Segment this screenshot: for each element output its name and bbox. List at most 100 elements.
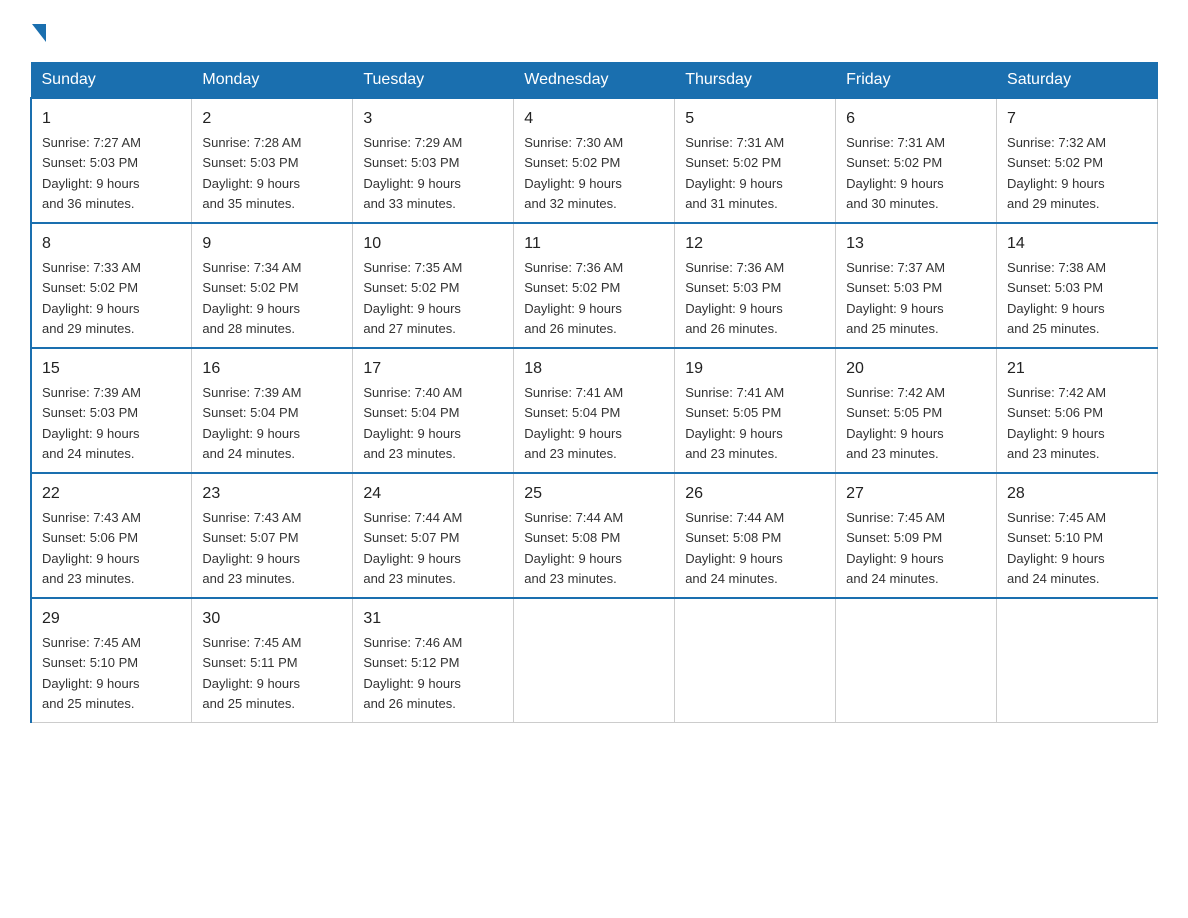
day-number: 20 [846,357,986,381]
day-number: 3 [363,107,503,131]
calendar-cell [675,598,836,723]
week-row-4: 22 Sunrise: 7:43 AMSunset: 5:06 PMDaylig… [31,473,1158,598]
calendar-cell: 16 Sunrise: 7:39 AMSunset: 5:04 PMDaylig… [192,348,353,473]
day-number: 16 [202,357,342,381]
calendar-cell [997,598,1158,723]
day-number: 5 [685,107,825,131]
calendar-cell: 9 Sunrise: 7:34 AMSunset: 5:02 PMDayligh… [192,223,353,348]
day-info: Sunrise: 7:30 AMSunset: 5:02 PMDaylight:… [524,135,623,211]
day-number: 9 [202,232,342,256]
header-friday: Friday [836,63,997,99]
day-info: Sunrise: 7:36 AMSunset: 5:03 PMDaylight:… [685,260,784,336]
day-info: Sunrise: 7:45 AMSunset: 5:09 PMDaylight:… [846,510,945,586]
day-number: 23 [202,482,342,506]
calendar-cell: 2 Sunrise: 7:28 AMSunset: 5:03 PMDayligh… [192,98,353,223]
week-row-3: 15 Sunrise: 7:39 AMSunset: 5:03 PMDaylig… [31,348,1158,473]
day-number: 28 [1007,482,1147,506]
calendar-cell: 22 Sunrise: 7:43 AMSunset: 5:06 PMDaylig… [31,473,192,598]
day-number: 24 [363,482,503,506]
calendar-cell: 4 Sunrise: 7:30 AMSunset: 5:02 PMDayligh… [514,98,675,223]
day-number: 27 [846,482,986,506]
calendar-cell: 26 Sunrise: 7:44 AMSunset: 5:08 PMDaylig… [675,473,836,598]
calendar-cell: 18 Sunrise: 7:41 AMSunset: 5:04 PMDaylig… [514,348,675,473]
day-info: Sunrise: 7:43 AMSunset: 5:07 PMDaylight:… [202,510,301,586]
calendar-cell: 21 Sunrise: 7:42 AMSunset: 5:06 PMDaylig… [997,348,1158,473]
header-tuesday: Tuesday [353,63,514,99]
day-info: Sunrise: 7:44 AMSunset: 5:08 PMDaylight:… [685,510,784,586]
calendar-cell: 6 Sunrise: 7:31 AMSunset: 5:02 PMDayligh… [836,98,997,223]
day-number: 21 [1007,357,1147,381]
header-row: SundayMondayTuesdayWednesdayThursdayFrid… [31,63,1158,99]
logo [30,20,46,42]
day-info: Sunrise: 7:42 AMSunset: 5:06 PMDaylight:… [1007,385,1106,461]
day-info: Sunrise: 7:44 AMSunset: 5:07 PMDaylight:… [363,510,462,586]
page-header [30,20,1158,42]
calendar-cell: 8 Sunrise: 7:33 AMSunset: 5:02 PMDayligh… [31,223,192,348]
day-info: Sunrise: 7:27 AMSunset: 5:03 PMDaylight:… [42,135,141,211]
calendar-cell: 3 Sunrise: 7:29 AMSunset: 5:03 PMDayligh… [353,98,514,223]
header-saturday: Saturday [997,63,1158,99]
calendar-cell: 24 Sunrise: 7:44 AMSunset: 5:07 PMDaylig… [353,473,514,598]
day-info: Sunrise: 7:40 AMSunset: 5:04 PMDaylight:… [363,385,462,461]
day-number: 2 [202,107,342,131]
day-info: Sunrise: 7:45 AMSunset: 5:10 PMDaylight:… [1007,510,1106,586]
day-info: Sunrise: 7:43 AMSunset: 5:06 PMDaylight:… [42,510,141,586]
day-info: Sunrise: 7:37 AMSunset: 5:03 PMDaylight:… [846,260,945,336]
calendar-cell: 15 Sunrise: 7:39 AMSunset: 5:03 PMDaylig… [31,348,192,473]
day-number: 30 [202,607,342,631]
calendar-cell: 27 Sunrise: 7:45 AMSunset: 5:09 PMDaylig… [836,473,997,598]
day-info: Sunrise: 7:34 AMSunset: 5:02 PMDaylight:… [202,260,301,336]
day-number: 4 [524,107,664,131]
logo-arrow-icon [32,24,46,42]
day-info: Sunrise: 7:35 AMSunset: 5:02 PMDaylight:… [363,260,462,336]
week-row-2: 8 Sunrise: 7:33 AMSunset: 5:02 PMDayligh… [31,223,1158,348]
day-number: 10 [363,232,503,256]
day-info: Sunrise: 7:32 AMSunset: 5:02 PMDaylight:… [1007,135,1106,211]
calendar-table: SundayMondayTuesdayWednesdayThursdayFrid… [30,62,1158,723]
day-number: 19 [685,357,825,381]
calendar-cell: 30 Sunrise: 7:45 AMSunset: 5:11 PMDaylig… [192,598,353,723]
day-number: 22 [42,482,181,506]
calendar-cell: 5 Sunrise: 7:31 AMSunset: 5:02 PMDayligh… [675,98,836,223]
calendar-cell: 10 Sunrise: 7:35 AMSunset: 5:02 PMDaylig… [353,223,514,348]
header-thursday: Thursday [675,63,836,99]
logo-top [30,20,46,42]
day-number: 8 [42,232,181,256]
day-info: Sunrise: 7:31 AMSunset: 5:02 PMDaylight:… [685,135,784,211]
day-number: 29 [42,607,181,631]
day-number: 6 [846,107,986,131]
day-info: Sunrise: 7:44 AMSunset: 5:08 PMDaylight:… [524,510,623,586]
day-info: Sunrise: 7:33 AMSunset: 5:02 PMDaylight:… [42,260,141,336]
week-row-1: 1 Sunrise: 7:27 AMSunset: 5:03 PMDayligh… [31,98,1158,223]
day-number: 15 [42,357,181,381]
header-wednesday: Wednesday [514,63,675,99]
calendar-cell: 19 Sunrise: 7:41 AMSunset: 5:05 PMDaylig… [675,348,836,473]
calendar-cell: 13 Sunrise: 7:37 AMSunset: 5:03 PMDaylig… [836,223,997,348]
day-info: Sunrise: 7:46 AMSunset: 5:12 PMDaylight:… [363,635,462,711]
day-number: 1 [42,107,181,131]
calendar-cell [836,598,997,723]
day-info: Sunrise: 7:31 AMSunset: 5:02 PMDaylight:… [846,135,945,211]
week-row-5: 29 Sunrise: 7:45 AMSunset: 5:10 PMDaylig… [31,598,1158,723]
day-info: Sunrise: 7:29 AMSunset: 5:03 PMDaylight:… [363,135,462,211]
calendar-cell: 11 Sunrise: 7:36 AMSunset: 5:02 PMDaylig… [514,223,675,348]
day-info: Sunrise: 7:28 AMSunset: 5:03 PMDaylight:… [202,135,301,211]
day-number: 7 [1007,107,1147,131]
calendar-cell: 1 Sunrise: 7:27 AMSunset: 5:03 PMDayligh… [31,98,192,223]
day-number: 18 [524,357,664,381]
day-info: Sunrise: 7:42 AMSunset: 5:05 PMDaylight:… [846,385,945,461]
day-number: 13 [846,232,986,256]
calendar-cell: 23 Sunrise: 7:43 AMSunset: 5:07 PMDaylig… [192,473,353,598]
day-info: Sunrise: 7:36 AMSunset: 5:02 PMDaylight:… [524,260,623,336]
calendar-cell: 31 Sunrise: 7:46 AMSunset: 5:12 PMDaylig… [353,598,514,723]
day-info: Sunrise: 7:39 AMSunset: 5:03 PMDaylight:… [42,385,141,461]
day-info: Sunrise: 7:41 AMSunset: 5:05 PMDaylight:… [685,385,784,461]
day-info: Sunrise: 7:39 AMSunset: 5:04 PMDaylight:… [202,385,301,461]
day-info: Sunrise: 7:41 AMSunset: 5:04 PMDaylight:… [524,385,623,461]
calendar-cell: 25 Sunrise: 7:44 AMSunset: 5:08 PMDaylig… [514,473,675,598]
calendar-cell: 17 Sunrise: 7:40 AMSunset: 5:04 PMDaylig… [353,348,514,473]
day-info: Sunrise: 7:45 AMSunset: 5:11 PMDaylight:… [202,635,301,711]
calendar-cell [514,598,675,723]
calendar-cell: 14 Sunrise: 7:38 AMSunset: 5:03 PMDaylig… [997,223,1158,348]
day-info: Sunrise: 7:38 AMSunset: 5:03 PMDaylight:… [1007,260,1106,336]
